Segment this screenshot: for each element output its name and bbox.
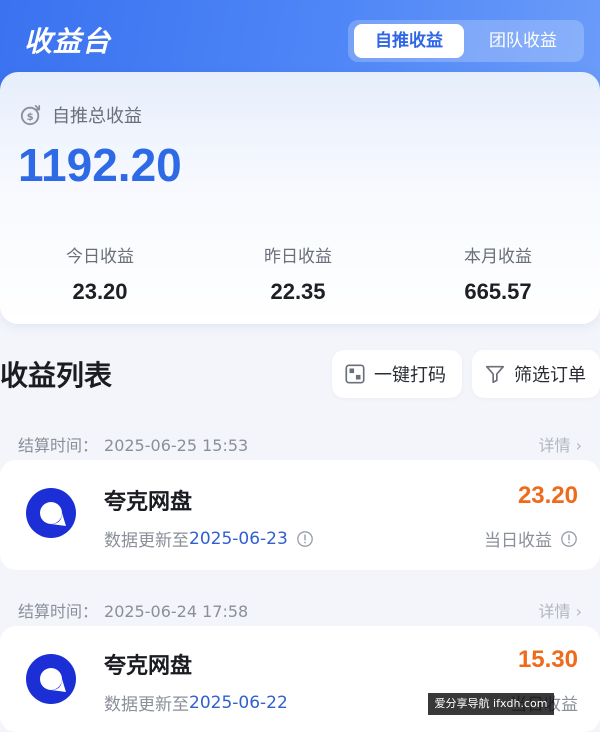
tab-self-income[interactable]: 自推收益 [354, 24, 464, 58]
svg-text:$: $ [27, 112, 34, 123]
update-date: 2025-06-22 [189, 692, 288, 713]
update-prefix: 数据更新至 [104, 531, 189, 551]
settle-time-label: 结算时间： [18, 602, 99, 621]
settle-row: 结算时间： 2025-06-25 15:53 详情 › [18, 432, 582, 456]
stat-month: 本月收益 665.57 [398, 242, 598, 305]
income-record-card[interactable]: 夸克网盘 数据更新至2025-06-22 15.30 当日收益 [0, 626, 600, 732]
stat-today-value: 23.20 [72, 279, 128, 304]
stat-month-label: 本月收益 [464, 247, 532, 267]
page-title: 收益台 [24, 25, 112, 58]
data-update-row: 数据更新至 2025-06-23 [104, 526, 314, 551]
income-amount: 15.30 [517, 646, 578, 673]
update-prefix: 数据更新至 [104, 695, 189, 715]
settle-time-value: 2025-06-25 15:53 [104, 436, 249, 455]
data-update-row: 数据更新至 2025-06-22 [104, 690, 288, 716]
income-amount: 23.20 [517, 482, 578, 509]
income-record-card[interactable]: 夸克网盘 数据更新至 2025-06-23 23.20 当日收益 [0, 460, 600, 570]
day-income-label: 当日收益 [484, 531, 552, 551]
stat-today-label: 今日收益 [66, 247, 134, 267]
tab-team-income[interactable]: 团队收益 [468, 24, 578, 58]
filter-orders-button[interactable]: 筛选订单 [472, 350, 600, 398]
one-click-mask-label: 一键打码 [374, 365, 446, 386]
app-name: 夸克网盘 [104, 654, 193, 679]
one-click-mask-button[interactable]: 一键打码 [332, 350, 462, 398]
day-income-row: 当日收益 [484, 526, 578, 551]
detail-link[interactable]: 详情 › [539, 432, 583, 456]
mask-icon [345, 364, 365, 384]
site-watermark: 爱分享导航 ifxdh.com [428, 693, 554, 715]
stat-month-value: 665.57 [464, 279, 532, 304]
update-date: 2025-06-23 [189, 528, 288, 549]
stat-yesterday-value: 22.35 [270, 279, 326, 304]
settle-time-value: 2025-06-24 17:58 [104, 602, 249, 621]
income-list-title: 收益列表 [0, 359, 113, 392]
total-income-header: $ 自推总收益 [20, 102, 142, 128]
info-icon[interactable] [296, 530, 314, 548]
info-icon[interactable] [560, 530, 578, 548]
quark-logo-icon [26, 654, 76, 704]
stat-yesterday-label: 昨日收益 [264, 247, 332, 267]
settle-time-label: 结算时间： [18, 436, 99, 455]
total-income-label: 自推总收益 [52, 106, 142, 127]
stat-today: 今日收益 23.20 [0, 242, 200, 305]
stat-yesterday: 昨日收益 22.35 [198, 242, 398, 305]
app-name: 夸克网盘 [104, 490, 193, 515]
quark-logo-icon [26, 488, 76, 538]
coin-icon: $ [20, 105, 41, 126]
settle-row: 结算时间： 2025-06-24 17:58 详情 › [18, 598, 582, 622]
total-income-value: 1192.20 [18, 139, 182, 191]
detail-link[interactable]: 详情 › [539, 598, 583, 622]
summary-card: $ 自推总收益 1192.20 今日收益 23.20 昨日收益 22.35 本月… [0, 72, 600, 324]
income-tab-group: 自推收益 团队收益 [348, 20, 584, 62]
filter-icon [485, 365, 505, 384]
filter-orders-label: 筛选订单 [514, 365, 586, 386]
